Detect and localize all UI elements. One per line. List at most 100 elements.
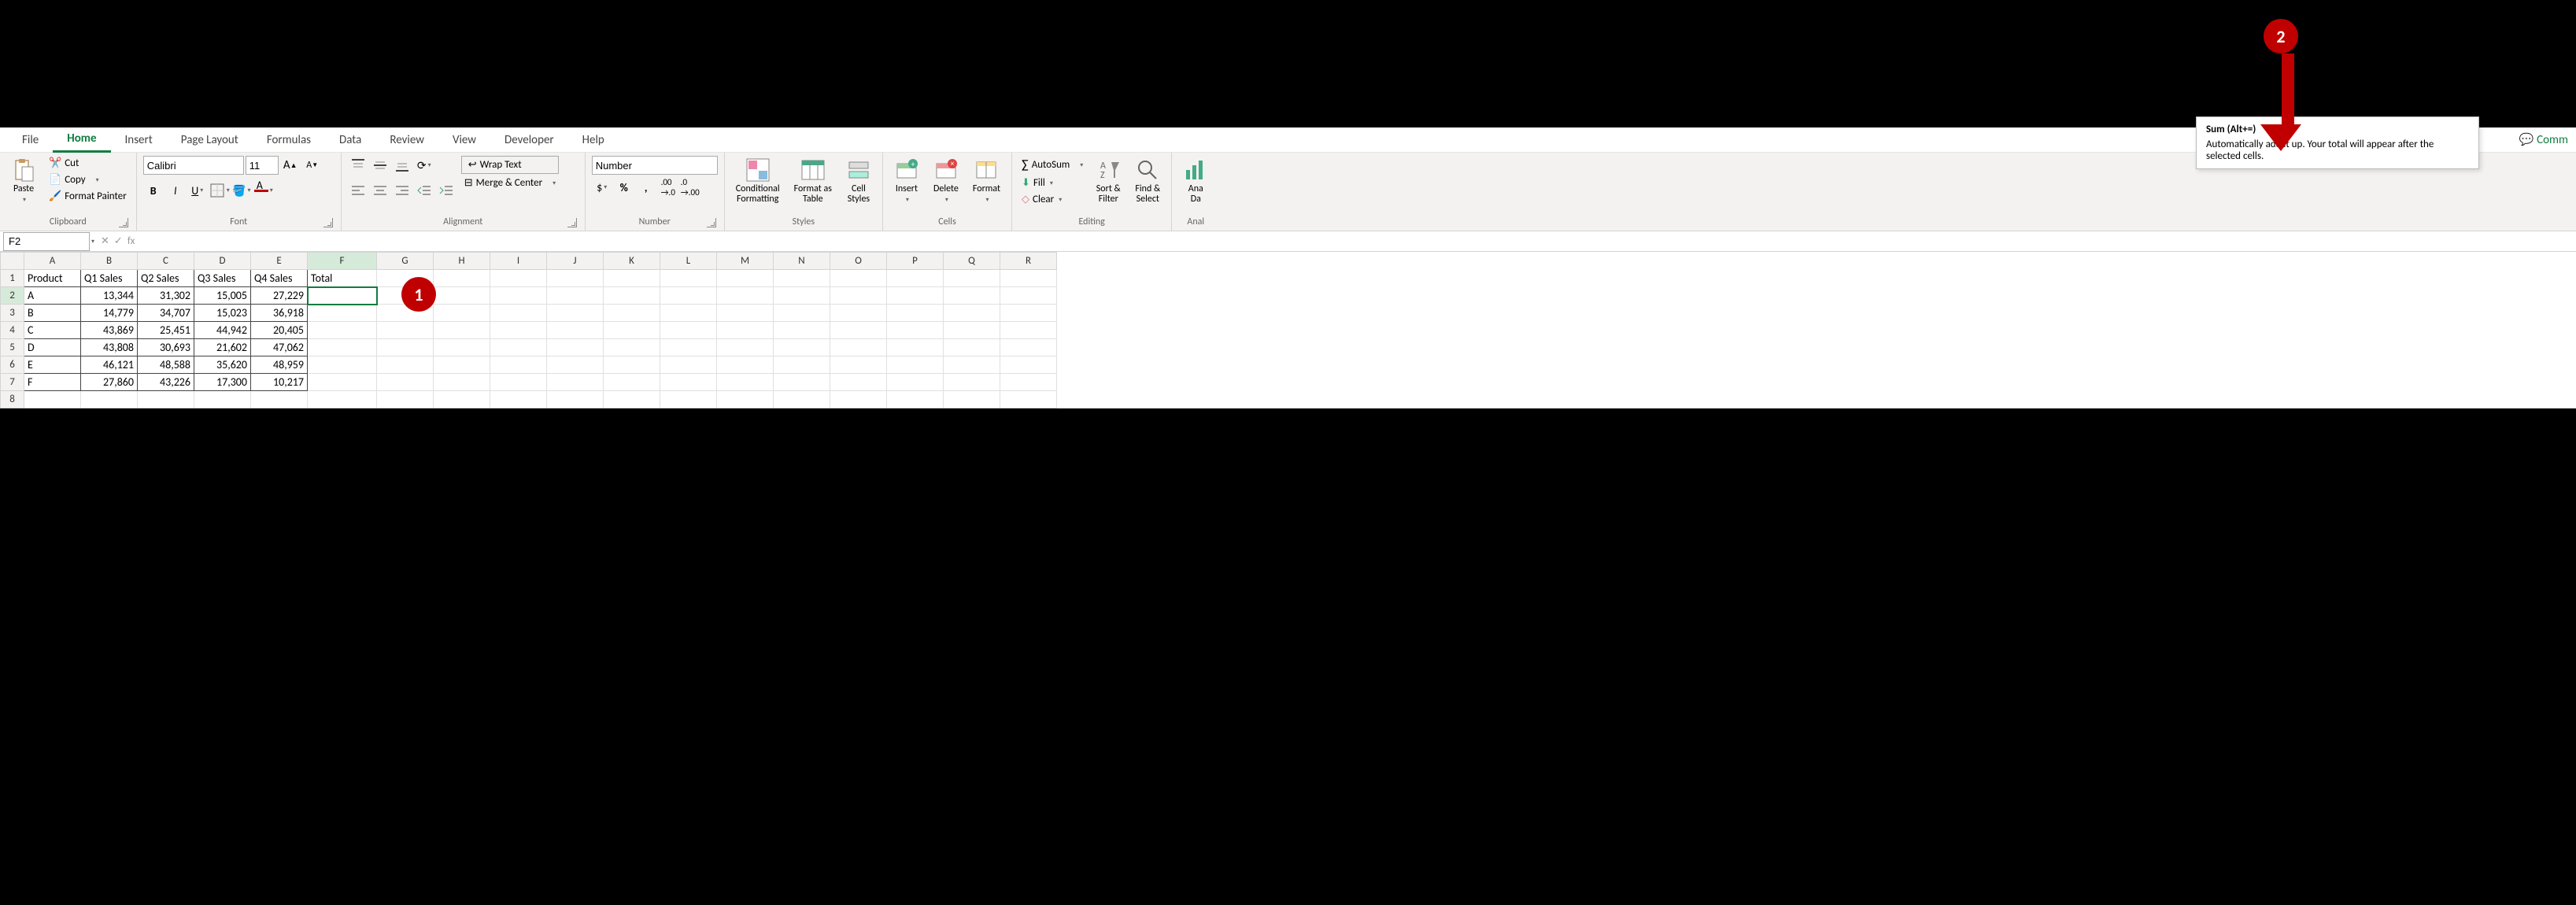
col-header-D[interactable]: D <box>194 253 251 270</box>
row-header-7[interactable]: 7 <box>1 374 24 391</box>
col-header-L[interactable]: L <box>660 253 717 270</box>
cell[interactable] <box>774 287 830 305</box>
cell-F4[interactable] <box>308 322 377 339</box>
decrease-indent-button[interactable] <box>414 181 434 200</box>
cell[interactable] <box>717 356 774 374</box>
cell[interactable] <box>887 391 944 408</box>
cell[interactable] <box>1000 287 1057 305</box>
format-as-table-button[interactable]: Format as Table <box>789 156 837 206</box>
cell[interactable] <box>830 391 887 408</box>
cell-C1[interactable]: Q2 Sales <box>138 270 194 287</box>
select-all-corner[interactable] <box>1 253 24 270</box>
cell[interactable] <box>830 339 887 356</box>
col-header-J[interactable]: J <box>547 253 604 270</box>
cell-F5[interactable] <box>308 339 377 356</box>
cell[interactable] <box>24 391 81 408</box>
cell-A6[interactable]: E <box>24 356 81 374</box>
cell[interactable] <box>490 322 547 339</box>
borders-button[interactable]: ▾ <box>209 181 230 200</box>
align-right-button[interactable] <box>392 181 412 200</box>
cell-D4[interactable]: 44,942 <box>194 322 251 339</box>
col-header-N[interactable]: N <box>774 253 830 270</box>
cell-D5[interactable]: 21,602 <box>194 339 251 356</box>
dialog-launcher-icon[interactable] <box>119 218 128 227</box>
row-header-2[interactable]: 2 <box>1 287 24 305</box>
cell[interactable] <box>604 374 660 391</box>
cell[interactable] <box>830 287 887 305</box>
cell[interactable] <box>717 305 774 322</box>
cell-F1[interactable]: Total <box>308 270 377 287</box>
cell[interactable] <box>774 322 830 339</box>
cell-F7[interactable] <box>308 374 377 391</box>
cell[interactable] <box>377 391 434 408</box>
cell[interactable] <box>944 356 1000 374</box>
cell[interactable] <box>944 305 1000 322</box>
cell[interactable] <box>490 391 547 408</box>
find-select-button[interactable]: Find & Select <box>1130 156 1165 206</box>
cell-E7[interactable]: 10,217 <box>251 374 308 391</box>
cell[interactable] <box>830 356 887 374</box>
cell[interactable] <box>774 391 830 408</box>
row-header-1[interactable]: 1 <box>1 270 24 287</box>
col-header-M[interactable]: M <box>717 253 774 270</box>
cell[interactable] <box>660 356 717 374</box>
cell[interactable] <box>717 322 774 339</box>
cell-A3[interactable]: B <box>24 305 81 322</box>
increase-font-button[interactable]: A▲ <box>280 156 301 175</box>
comma-button[interactable]: , <box>636 178 656 197</box>
cell[interactable] <box>547 391 604 408</box>
cell[interactable] <box>774 305 830 322</box>
clear-button[interactable]: ◇Clear▾ <box>1018 192 1086 207</box>
cell[interactable] <box>660 305 717 322</box>
cell[interactable] <box>944 391 1000 408</box>
cell-E4[interactable]: 20,405 <box>251 322 308 339</box>
dialog-launcher-icon[interactable] <box>567 218 577 227</box>
cell[interactable] <box>490 374 547 391</box>
row-header-8[interactable]: 8 <box>1 391 24 408</box>
tab-review[interactable]: Review <box>375 128 438 152</box>
cell[interactable] <box>547 305 604 322</box>
tab-formulas[interactable]: Formulas <box>253 128 325 152</box>
cell-B4[interactable]: 43,869 <box>81 322 138 339</box>
cell[interactable] <box>830 374 887 391</box>
cell[interactable] <box>490 305 547 322</box>
cell[interactable] <box>604 270 660 287</box>
cell[interactable] <box>717 339 774 356</box>
font-size-combo[interactable] <box>246 156 279 175</box>
cell[interactable] <box>547 356 604 374</box>
cell[interactable] <box>717 287 774 305</box>
cell[interactable] <box>604 356 660 374</box>
align-top-button[interactable] <box>348 156 368 175</box>
sort-filter-button[interactable]: AZ Sort & Filter <box>1091 156 1125 206</box>
col-header-A[interactable]: A <box>24 253 81 270</box>
cell[interactable] <box>830 270 887 287</box>
cell-C6[interactable]: 48,588 <box>138 356 194 374</box>
cell[interactable] <box>604 305 660 322</box>
cell[interactable] <box>604 287 660 305</box>
col-header-B[interactable]: B <box>81 253 138 270</box>
fill-button[interactable]: ⬇Fill▾ <box>1018 175 1086 190</box>
col-header-K[interactable]: K <box>604 253 660 270</box>
col-header-C[interactable]: C <box>138 253 194 270</box>
cell[interactable] <box>434 287 490 305</box>
cell[interactable] <box>660 287 717 305</box>
analyze-data-button[interactable]: AnaDa <box>1178 156 1213 206</box>
cell-A1[interactable]: Product <box>24 270 81 287</box>
cell[interactable] <box>717 391 774 408</box>
cell[interactable] <box>1000 339 1057 356</box>
tab-home[interactable]: Home <box>53 127 110 153</box>
insert-cells-button[interactable]: + Insert▾ <box>889 156 924 206</box>
cut-button[interactable]: ✂️Cut <box>46 156 130 171</box>
merge-center-button[interactable]: ⊟Merge & Center ▾ <box>461 175 559 190</box>
accounting-format-button[interactable]: $▾ <box>592 178 612 197</box>
col-header-F[interactable]: F <box>308 253 377 270</box>
bold-button[interactable]: B <box>143 181 164 200</box>
cell-E3[interactable]: 36,918 <box>251 305 308 322</box>
cell[interactable] <box>717 374 774 391</box>
cell[interactable] <box>774 356 830 374</box>
cell-A7[interactable]: F <box>24 374 81 391</box>
cell[interactable] <box>434 356 490 374</box>
cell-E6[interactable]: 48,959 <box>251 356 308 374</box>
cell-A2[interactable]: A <box>24 287 81 305</box>
col-header-I[interactable]: I <box>490 253 547 270</box>
